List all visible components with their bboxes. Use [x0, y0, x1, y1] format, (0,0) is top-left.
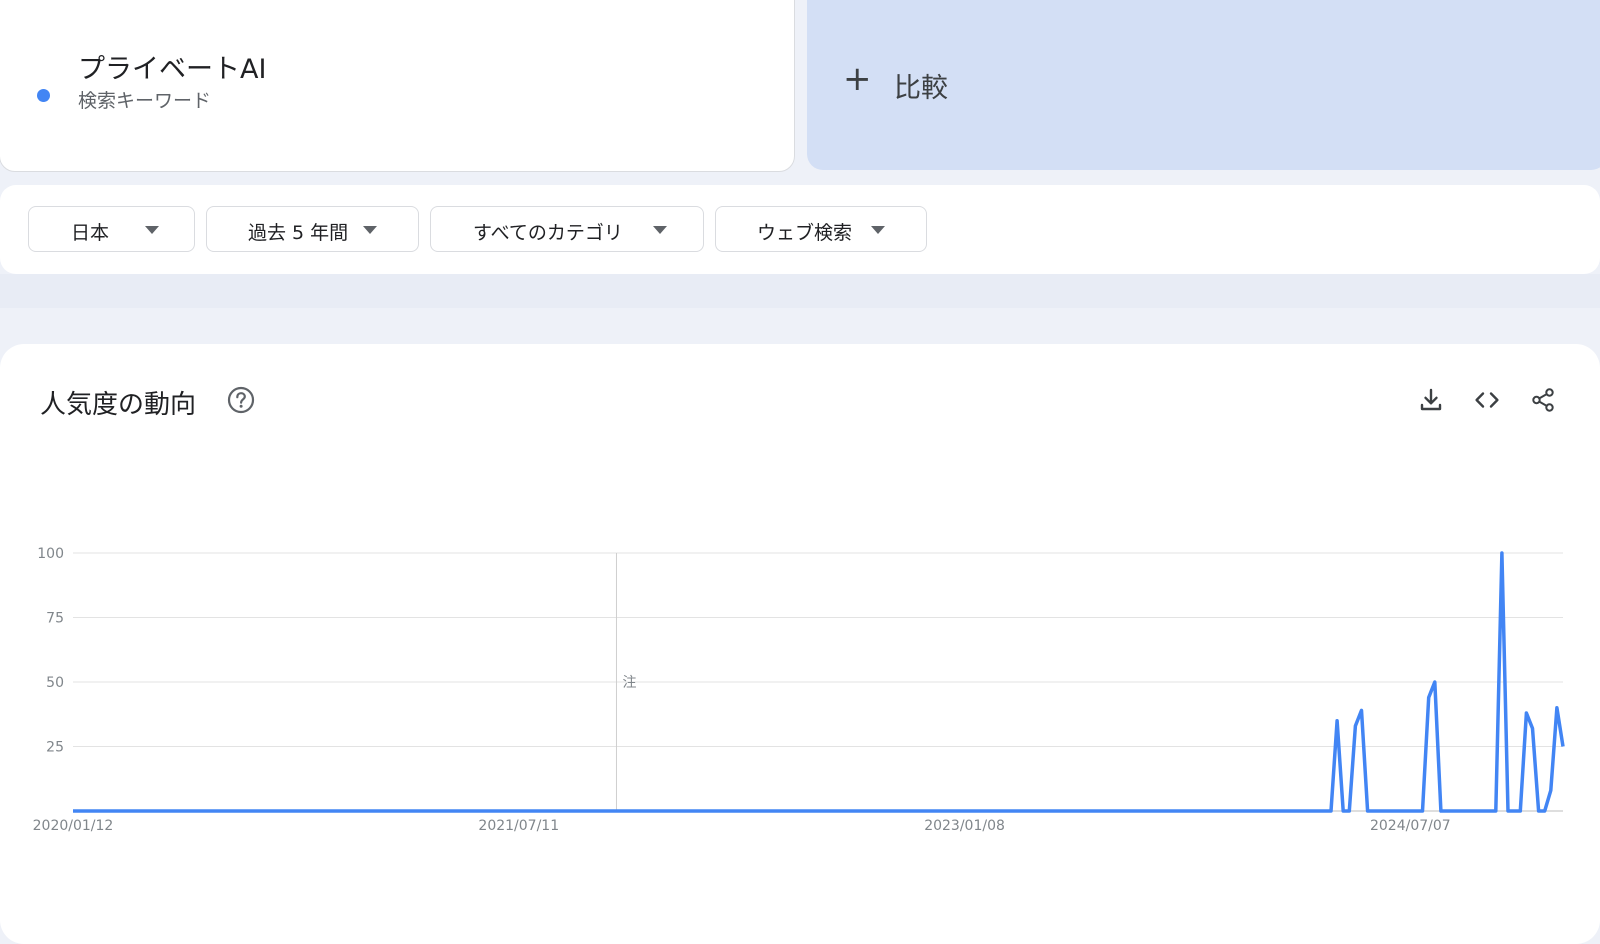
y-tick-label: 75	[46, 611, 64, 627]
y-tick-label: 100	[37, 546, 64, 562]
y-tick-label: 25	[46, 740, 64, 756]
note-marker: 注	[622, 675, 636, 691]
y-tick-label: 50	[46, 675, 64, 691]
x-tick-label: 2024/07/07	[1370, 818, 1451, 834]
x-tick-label: 2023/01/08	[924, 818, 1005, 834]
x-tick-label: 2021/07/11	[478, 818, 559, 834]
x-tick-label: 2020/01/12	[33, 818, 114, 834]
interest-chart: 100 75 50 25 注 2020/01/12 2021/07/11 2023/01/08…	[33, 546, 1565, 834]
